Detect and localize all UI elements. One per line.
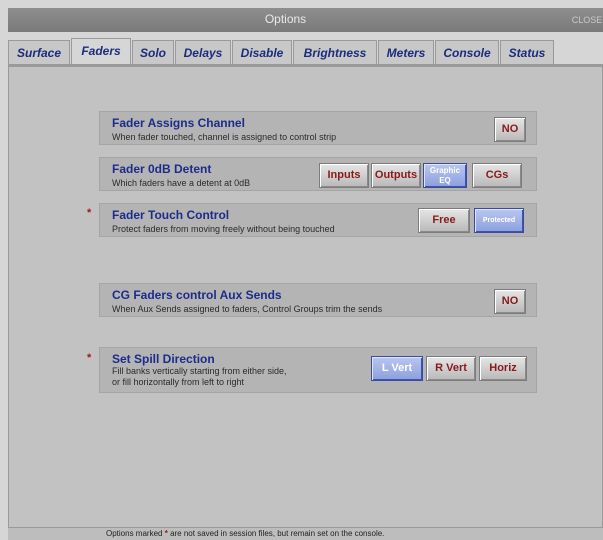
setting-description-line-2: or fill horizontally from left to right: [112, 377, 245, 387]
tab-brightness[interactable]: Brightness: [293, 40, 377, 64]
detent-graphic-eq-button[interactable]: Graphic EQ: [423, 163, 467, 188]
setting-title: Set Spill Direction: [112, 352, 215, 366]
touch-free-button[interactable]: Free: [418, 208, 470, 233]
footer-text-after: are not saved in session files, but rema…: [170, 529, 385, 538]
cg-faders-no-button[interactable]: NO: [494, 289, 526, 314]
spill-horiz-button[interactable]: Horiz: [479, 356, 527, 381]
footer-text-before: Options marked: [106, 529, 163, 538]
window-title: Options: [264, 12, 307, 26]
unsaved-option-marker: *: [87, 352, 92, 364]
tab-faders[interactable]: Faders: [71, 38, 131, 64]
setting-description: Which faders have a detent at 0dB: [112, 178, 251, 188]
title-bar: Options CLOSE: [8, 8, 603, 32]
setting-fader-touch: Fader Touch Control Protect faders from …: [99, 203, 537, 237]
spill-l-vert-button[interactable]: L Vert: [371, 356, 423, 381]
footer-star: *: [164, 529, 168, 538]
setting-description: When Aux Sends assigned to faders, Contr…: [112, 304, 383, 314]
close-button[interactable]: CLOSE: [571, 11, 603, 29]
tab-delays[interactable]: Delays: [175, 40, 231, 64]
setting-description: Protect faders from moving freely withou…: [112, 224, 335, 234]
tab-bar: Surface Faders Solo Delays Disable Brigh…: [8, 36, 603, 66]
setting-title: Fader Assigns Channel: [112, 116, 245, 130]
detent-outputs-button[interactable]: Outputs: [371, 163, 421, 188]
faders-options-panel: Fader Assigns Channel When fader touched…: [8, 66, 603, 528]
fader-assigns-no-button[interactable]: NO: [494, 117, 526, 142]
detent-cgs-button[interactable]: CGs: [472, 163, 522, 188]
setting-title: CG Faders control Aux Sends: [112, 288, 282, 302]
tab-solo[interactable]: Solo: [132, 40, 174, 64]
setting-cg-faders: CG Faders control Aux Sends When Aux Sen…: [99, 283, 537, 317]
footer-text: Options marked * are not saved in sessio…: [106, 529, 384, 538]
tab-meters[interactable]: Meters: [378, 40, 434, 64]
tab-status[interactable]: Status: [500, 40, 554, 64]
setting-title: Fader Touch Control: [112, 208, 230, 222]
setting-fader-detent: Fader 0dB Detent Which faders have a det…: [99, 157, 537, 191]
setting-title: Fader 0dB Detent: [112, 162, 212, 176]
setting-description: When fader touched, channel is assigned …: [112, 132, 337, 142]
footer-note: Options marked * are not saved in sessio…: [8, 528, 603, 540]
unsaved-option-marker: *: [87, 207, 92, 219]
tab-console[interactable]: Console: [435, 40, 499, 64]
touch-protected-button[interactable]: Protected: [474, 208, 524, 233]
setting-fader-assigns: Fader Assigns Channel When fader touched…: [99, 111, 537, 145]
detent-inputs-button[interactable]: Inputs: [319, 163, 369, 188]
tab-disable[interactable]: Disable: [232, 40, 292, 64]
setting-spill-direction: Set Spill Direction Fill banks verticall…: [99, 347, 537, 393]
tab-surface[interactable]: Surface: [8, 40, 70, 64]
setting-description-line-1: Fill banks vertically starting from eith…: [112, 366, 287, 376]
spill-r-vert-button[interactable]: R Vert: [426, 356, 476, 381]
